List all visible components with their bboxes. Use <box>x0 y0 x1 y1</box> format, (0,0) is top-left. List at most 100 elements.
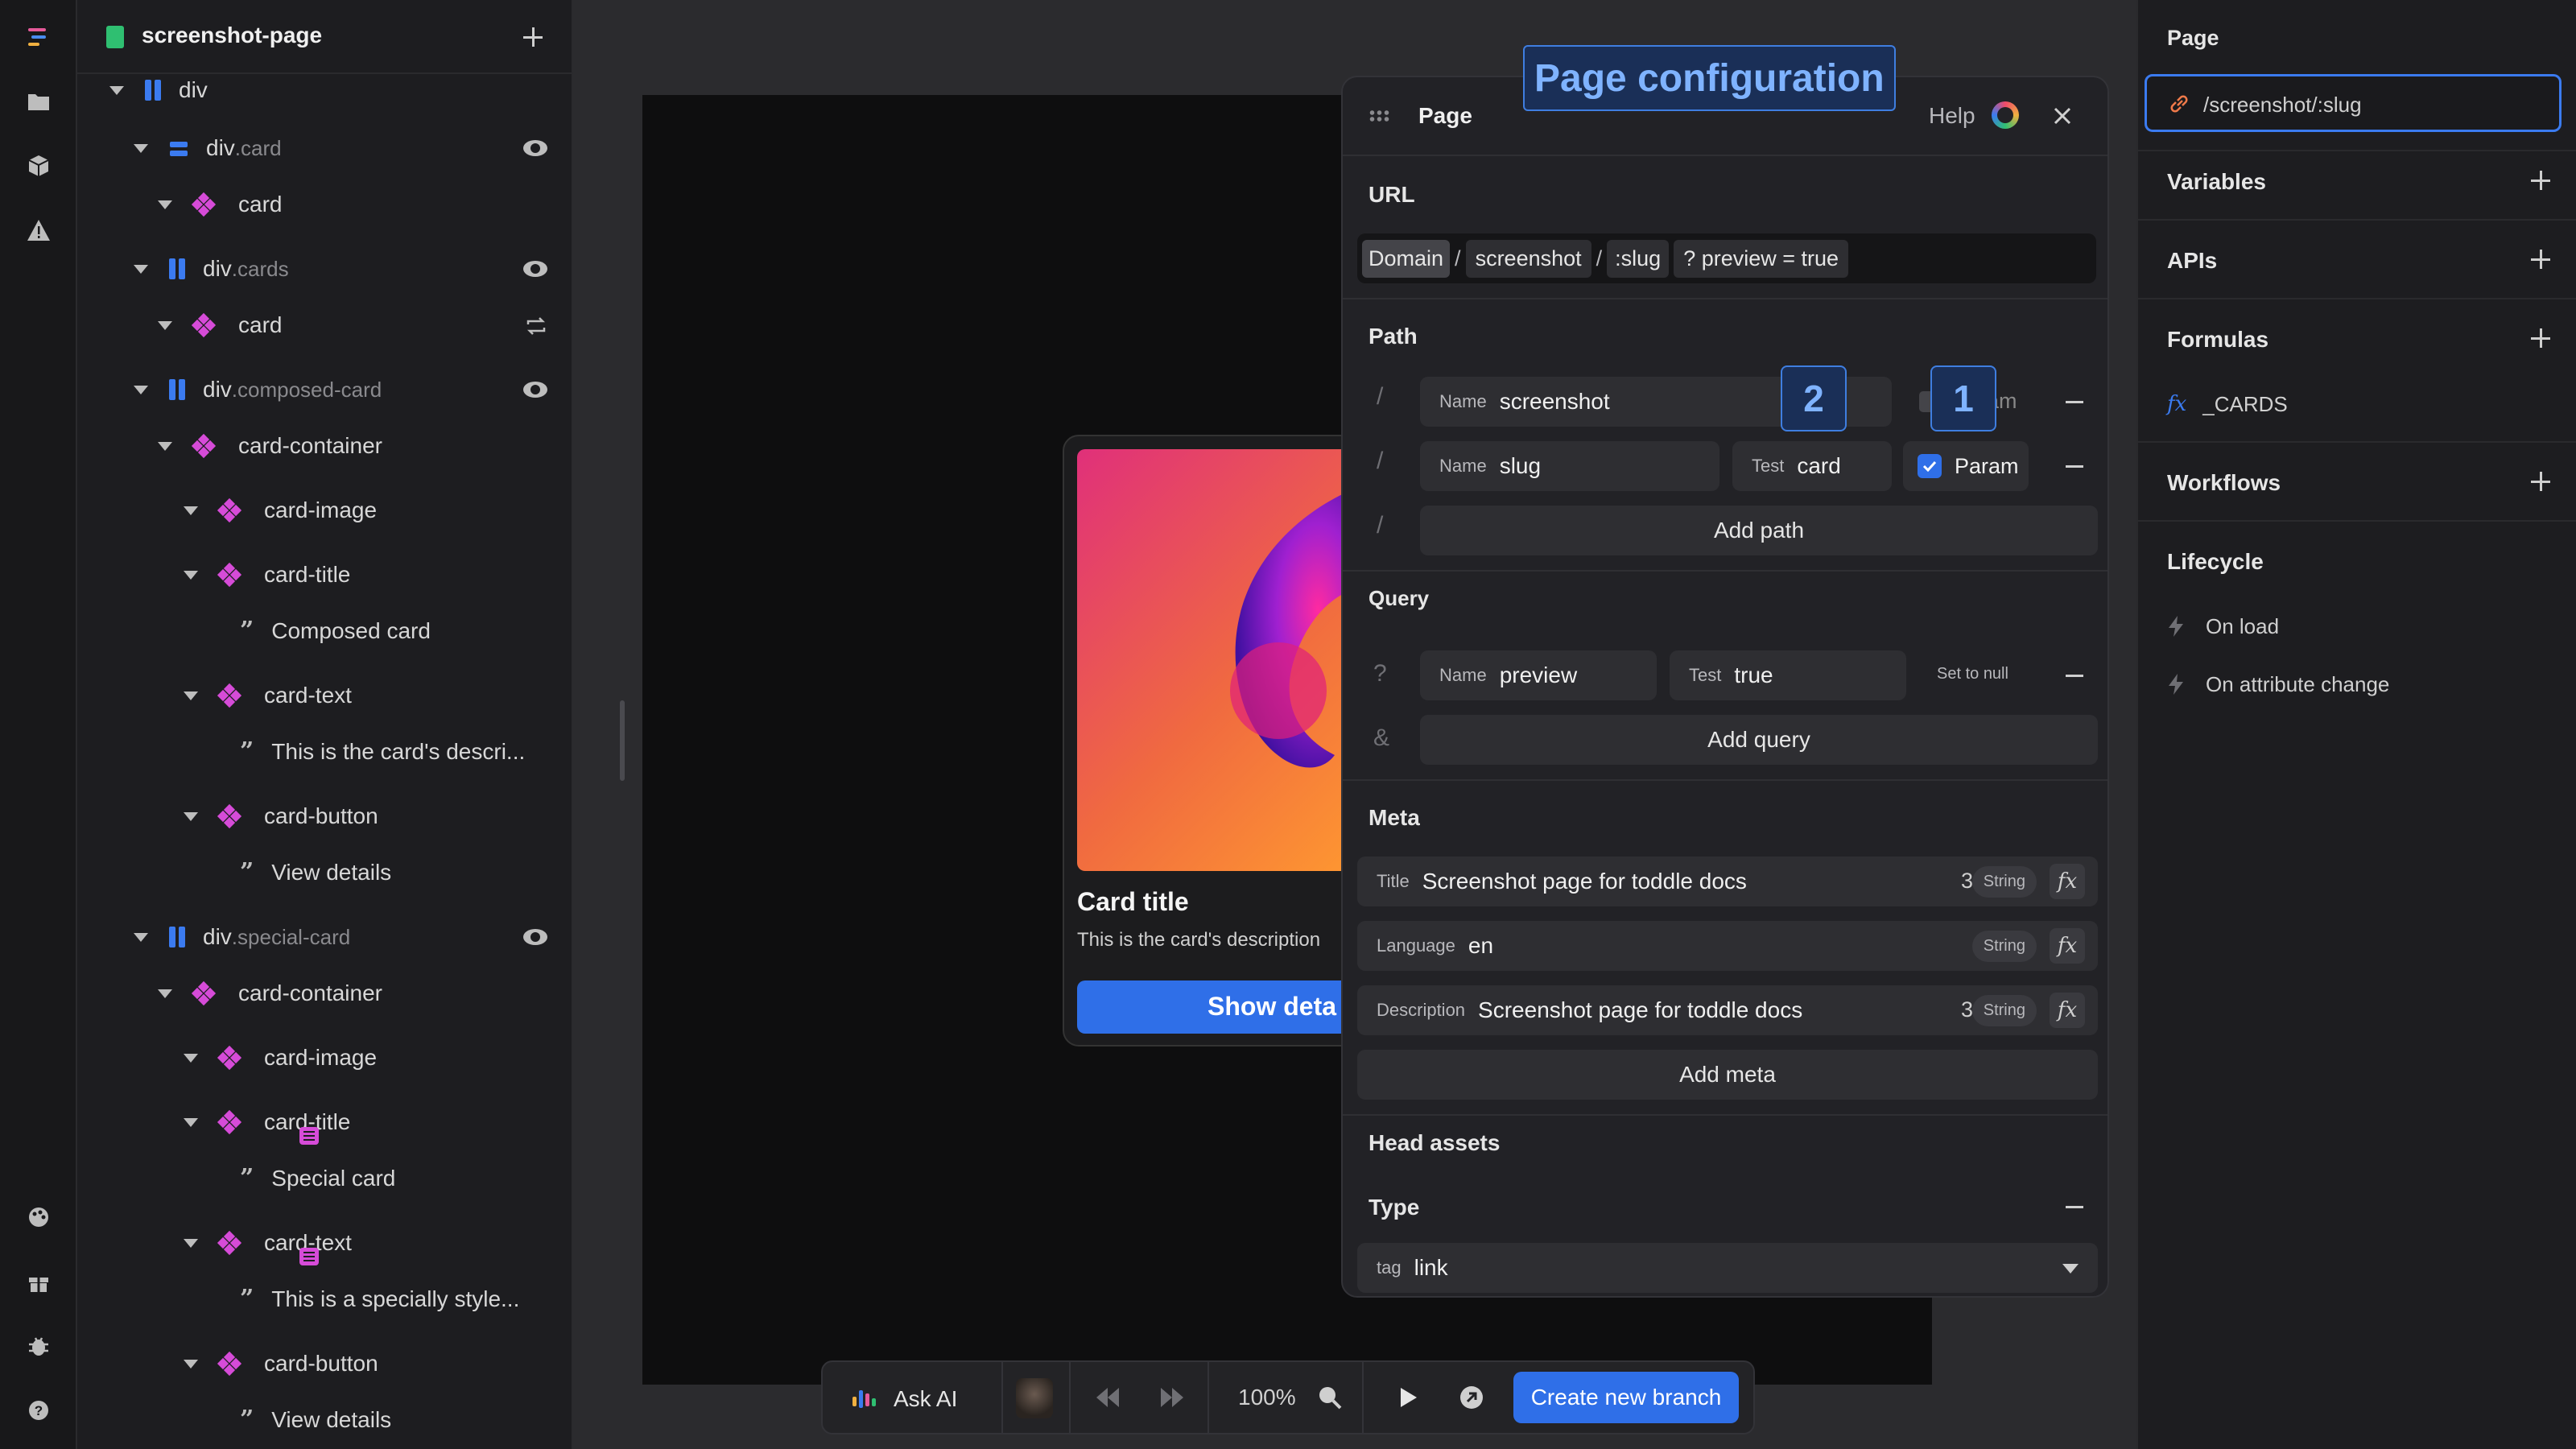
play-icon[interactable] <box>1399 1386 1418 1413</box>
chevron-down-icon[interactable] <box>109 85 124 95</box>
chevron-down-icon[interactable] <box>134 385 148 394</box>
package-icon[interactable] <box>24 151 53 180</box>
gift-icon[interactable] <box>24 1267 53 1296</box>
chevron-down-icon[interactable] <box>184 1053 198 1063</box>
chevron-down-icon[interactable] <box>184 1117 198 1127</box>
type-badge[interactable]: String <box>1971 866 2037 898</box>
remove-asset-icon[interactable] <box>2066 1206 2083 1208</box>
param-checkbox-row[interactable]: Param <box>1903 441 2029 491</box>
tree-row[interactable]: card-container <box>158 422 572 470</box>
page-name[interactable]: screenshot-page <box>142 23 322 48</box>
tag-select[interactable]: tag link <box>1357 1243 2098 1293</box>
tree-row[interactable]: card-button <box>184 792 572 840</box>
ask-ai-button[interactable]: Ask AI <box>852 1377 957 1422</box>
create-branch-button[interactable]: Create new branch <box>1513 1372 1739 1423</box>
chevron-down-icon[interactable] <box>184 506 198 515</box>
close-icon[interactable] <box>2051 105 2074 127</box>
eye-icon[interactable] <box>523 140 547 156</box>
chevron-down-icon[interactable] <box>184 1238 198 1248</box>
drag-handle-icon[interactable] <box>1368 109 1389 122</box>
tree-row[interactable]: ” Composed card <box>240 607 572 655</box>
add-variable-icon[interactable] <box>2531 171 2550 190</box>
tree-row[interactable]: div .composed-card <box>134 365 572 414</box>
zoom-level[interactable]: 100% <box>1238 1385 1296 1410</box>
tree-row[interactable]: div .special-card <box>134 913 572 961</box>
meta-row[interactable]: TitleScreenshot page for toddle docs31St… <box>1357 857 2098 906</box>
tree-row[interactable]: ” View details <box>240 1396 572 1444</box>
chevron-down-icon[interactable] <box>158 200 172 209</box>
chevron-down-icon[interactable] <box>184 570 198 580</box>
tree-row[interactable]: card-button <box>184 1340 572 1388</box>
preview-card[interactable]: Card title This is the card's descriptio… <box>1063 435 1385 1046</box>
folder-icon[interactable] <box>24 87 53 116</box>
tree-row[interactable]: card <box>158 180 572 229</box>
tree-row[interactable]: ” This is the card's descri... <box>240 728 572 776</box>
canvas-resize-handle[interactable] <box>620 700 625 781</box>
chevron-down-icon[interactable] <box>184 1359 198 1368</box>
meta-row[interactable]: Language en String fx <box>1357 921 2098 971</box>
on-attribute-change-item[interactable]: On attribute change <box>2167 668 2389 700</box>
tree-row[interactable]: card-image <box>184 486 572 535</box>
add-page-icon[interactable] <box>523 27 543 47</box>
eye-icon[interactable] <box>523 929 547 945</box>
remove-path-icon[interactable] <box>2066 465 2083 468</box>
type-badge[interactable]: String <box>1971 995 2037 1026</box>
undo-icon[interactable] <box>1095 1386 1121 1413</box>
help-ring-icon[interactable] <box>1992 101 2019 129</box>
add-api-icon[interactable] <box>2531 250 2550 269</box>
tree-row[interactable]: div .card <box>134 124 572 172</box>
add-workflow-icon[interactable] <box>2531 472 2550 491</box>
type-badge[interactable]: String <box>1971 931 2037 962</box>
tree-row[interactable]: card-image <box>184 1034 572 1082</box>
route-input[interactable]: /screenshot/:slug <box>2145 74 2562 132</box>
set-to-null-button[interactable]: Set to null <box>1937 665 2008 683</box>
logo-icon[interactable] <box>24 23 53 52</box>
chevron-down-icon[interactable] <box>158 320 172 330</box>
meta-row[interactable]: Description Screenshot page for toddle do… <box>1357 985 2098 1035</box>
user-avatar[interactable] <box>1016 1378 1053 1418</box>
add-formula-icon[interactable] <box>2531 328 2550 348</box>
bug-icon[interactable] <box>24 1331 53 1360</box>
chevron-down-icon[interactable] <box>184 811 198 821</box>
card-button[interactable]: Show deta <box>1077 980 1383 1034</box>
palette-icon[interactable] <box>24 1203 53 1232</box>
on-load-item[interactable]: On load <box>2167 610 2279 642</box>
add-path-button[interactable]: Add path <box>1420 506 2098 555</box>
publish-icon[interactable] <box>1459 1385 1484 1414</box>
chevron-down-icon[interactable] <box>158 441 172 451</box>
tree-row[interactable]: ” Special card <box>240 1154 572 1203</box>
tree-row[interactable]: div <box>109 66 572 114</box>
help-link[interactable]: Help <box>1929 103 1975 129</box>
formula-icon[interactable]: fx <box>2050 928 2085 964</box>
query-name-field[interactable]: Name preview <box>1420 650 1657 700</box>
remove-query-icon[interactable] <box>2066 675 2083 677</box>
tree-row[interactable]: card-title <box>184 1098 572 1146</box>
chevron-down-icon[interactable] <box>158 989 172 998</box>
help-icon[interactable]: ? <box>24 1396 53 1425</box>
chevron-down-icon[interactable] <box>134 143 148 153</box>
formula-icon[interactable]: fx <box>2050 864 2085 899</box>
formula-icon[interactable]: fx <box>2050 993 2085 1028</box>
chevron-down-icon[interactable] <box>184 691 198 700</box>
param-checkbox-checked[interactable] <box>1918 454 1942 478</box>
repeat-icon[interactable] <box>525 316 547 341</box>
chevron-down-icon[interactable] <box>134 932 148 942</box>
query-test-field[interactable]: Test true <box>1670 650 1906 700</box>
chevron-down-icon[interactable] <box>134 264 148 274</box>
tree-row[interactable]: div .cards <box>134 245 572 293</box>
tree-row[interactable]: card-text <box>184 671 572 720</box>
tree-row[interactable]: card-text <box>184 1219 572 1267</box>
formula-item[interactable]: fx _CARDS <box>2167 388 2288 420</box>
eye-icon[interactable] <box>523 261 547 277</box>
tree-row[interactable]: card <box>158 301 572 349</box>
tree-row[interactable]: ” This is a specially style... <box>240 1275 572 1323</box>
add-query-button[interactable]: Add query <box>1420 715 2098 765</box>
path-test-field[interactable]: Test card <box>1732 441 1892 491</box>
tree-row[interactable]: card-title <box>184 551 572 599</box>
add-meta-button[interactable]: Add meta <box>1357 1050 2098 1100</box>
path-name-field[interactable]: Name slug <box>1420 441 1719 491</box>
zoom-icon[interactable] <box>1317 1385 1343 1414</box>
redo-icon[interactable] <box>1159 1386 1185 1413</box>
tree-row[interactable]: card-container <box>158 969 572 1018</box>
remove-path-icon[interactable] <box>2066 401 2083 403</box>
